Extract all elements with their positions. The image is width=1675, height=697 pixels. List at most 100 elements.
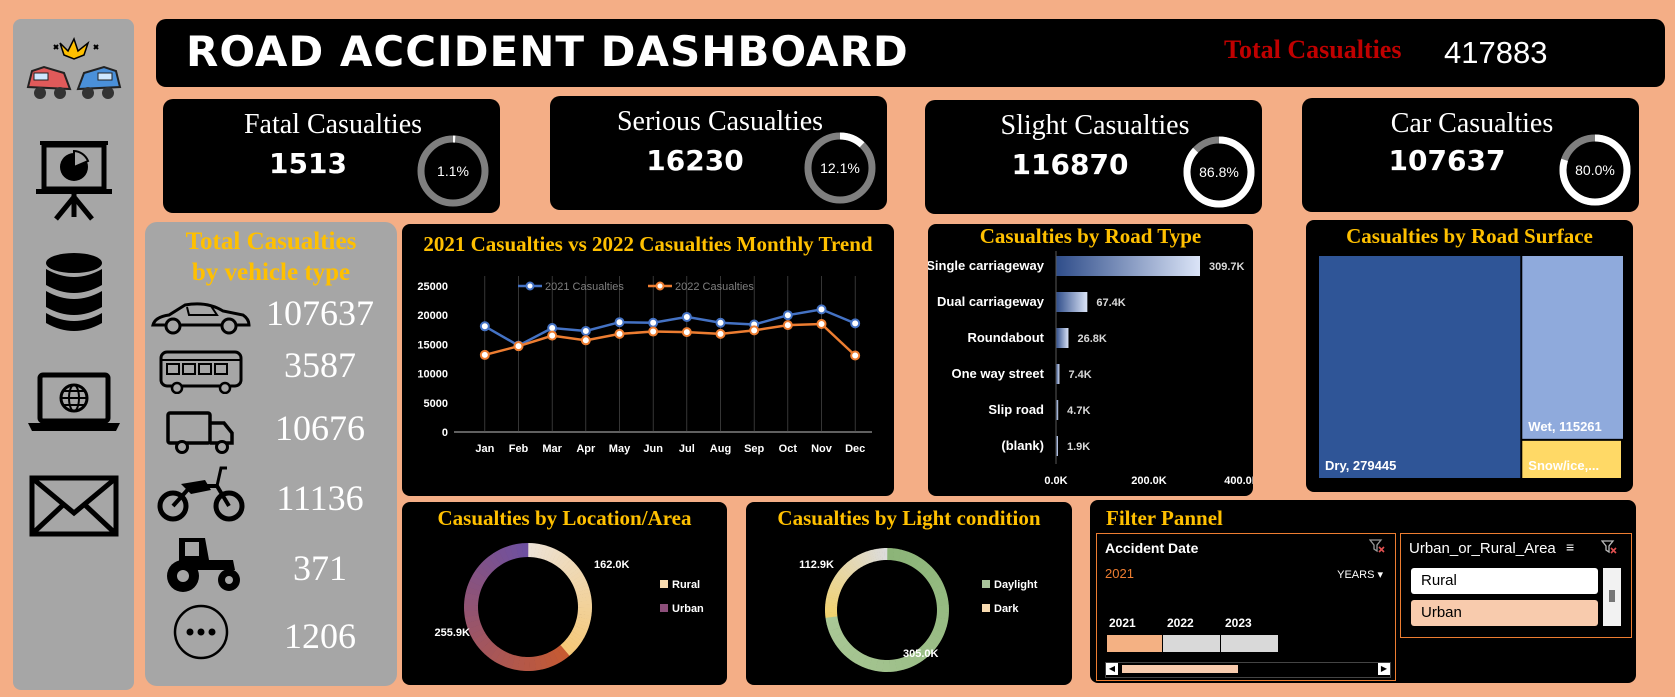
- legend-swatch: [660, 580, 668, 588]
- x-tick-label: Jan: [475, 443, 494, 455]
- kpi-card-slight: Slight Casualties 116870 86.8%: [925, 100, 1262, 214]
- location-donut: 162.0K Rural 255.9K Urban: [435, 543, 704, 671]
- x-tick-label: 200.0K: [1131, 475, 1167, 487]
- kpi-card-fatal: Fatal Casualties 1513 1.1%: [163, 99, 500, 213]
- donut-segment: [825, 609, 838, 613]
- timeline-scrollbar[interactable]: ◀ ▶: [1105, 662, 1391, 678]
- chevron-down-icon: ▾: [1377, 569, 1383, 581]
- x-tick-label: Apr: [576, 443, 596, 455]
- slicer-option-rural[interactable]: Rural: [1411, 568, 1598, 594]
- database-icon[interactable]: [13, 251, 134, 335]
- filter-panel: Filter Pannel Accident Date 2021 YEARS ▾…: [1090, 500, 1636, 683]
- vehicle-panel-title: Total Casualties by vehicle type: [145, 226, 397, 288]
- motorcycle-icon: [151, 464, 251, 524]
- timeline-bar-2023[interactable]: [1221, 635, 1278, 652]
- legend-marker: [655, 281, 665, 291]
- x-tick-label: Nov: [811, 443, 833, 455]
- data-point: [479, 321, 490, 332]
- timeline-bar-2021[interactable]: [1107, 635, 1162, 652]
- legend-label: Daylight: [994, 579, 1038, 591]
- y-tick-label: 0: [442, 427, 448, 439]
- period-dropdown[interactable]: YEARS ▾: [1337, 568, 1383, 581]
- car-icon: [151, 287, 251, 347]
- data-point: [614, 328, 625, 339]
- y-tick-label: 5000: [424, 398, 448, 410]
- kpi-value: 1513: [269, 147, 347, 180]
- bar: [1056, 292, 1088, 312]
- scroll-left-icon[interactable]: ◀: [1106, 663, 1118, 675]
- slicer-option-urban[interactable]: Urban: [1411, 600, 1598, 626]
- tile-label: Wet, 115261: [1528, 419, 1601, 434]
- date-slicer: Accident Date 2021 YEARS ▾ 2021 2022 202…: [1096, 533, 1396, 681]
- vehicle-panel-title-line2: by vehicle type: [191, 259, 351, 286]
- sidebar: [13, 19, 134, 690]
- page-title: ROAD ACCIDENT DASHBOARD: [186, 27, 909, 76]
- treemap-tile-dry: [1319, 256, 1521, 478]
- slicer-scrollbar[interactable]: [1603, 568, 1621, 626]
- data-point: [513, 341, 524, 352]
- kpi-ring: 12.1%: [804, 132, 876, 204]
- treemap-tile-wet: [1522, 256, 1623, 439]
- presentation-chart-icon[interactable]: [13, 137, 134, 221]
- legend-swatch: [660, 604, 668, 612]
- kpi-value: 107637: [1388, 144, 1506, 177]
- vehicle-value: 107637: [266, 293, 374, 333]
- kpi-ring: 1.1%: [417, 135, 489, 207]
- x-tick-label: Dec: [845, 443, 865, 455]
- more-icon: [151, 602, 251, 662]
- bus-icon: [151, 342, 251, 402]
- category-label: Single carriageway: [928, 258, 1045, 273]
- scroll-thumb[interactable]: [1122, 665, 1238, 673]
- scroll-right-icon[interactable]: ▶: [1378, 663, 1390, 675]
- location-area-chart: Casualties by Location/Area 162.0K Rural 2…: [402, 502, 727, 685]
- bar-value-label: 26.8K: [1077, 333, 1106, 345]
- slice-label: 112.9K: [799, 559, 834, 571]
- clear-filter-icon[interactable]: [1600, 539, 1617, 560]
- data-point: [580, 325, 591, 336]
- slicer-scroll-thumb[interactable]: [1609, 590, 1615, 602]
- road-type-plot: Single carriageway 309.7K Dual carriageway…: [928, 251, 1253, 487]
- road-surface-chart: Casualties by Road Surface Dry, 279445 We…: [1306, 220, 1633, 492]
- y-tick-label: 10000: [417, 369, 448, 381]
- data-point: [715, 328, 726, 339]
- slice-label: 305.0K: [903, 648, 939, 660]
- kpi-card-serious: Serious Casualties 16230 12.1%: [550, 96, 887, 210]
- kpi-value: 116870: [1011, 148, 1129, 181]
- vehicle-panel-title-line1: Total Casualties: [185, 228, 357, 255]
- clear-filter-icon[interactable]: [1368, 538, 1385, 557]
- vehicle-value: 11136: [276, 478, 364, 518]
- data-point: [648, 317, 659, 328]
- data-point: [580, 335, 591, 346]
- date-selected: 2021: [1105, 566, 1134, 581]
- x-tick-label: Jul: [679, 443, 695, 455]
- kpi-ring: 86.8%: [1183, 136, 1255, 208]
- mail-icon[interactable]: [13, 475, 134, 537]
- y-tick-label: 20000: [417, 310, 448, 322]
- truck-icon: [151, 402, 251, 462]
- monthly-trend-chart: 2021 Casualties vs 2022 Casualties Month…: [402, 224, 894, 496]
- timeline-bar-2022[interactable]: [1163, 635, 1220, 652]
- multi-select-icon[interactable]: ≡: [1566, 539, 1574, 555]
- bar: [1056, 328, 1069, 348]
- kpi-value: 16230: [646, 144, 744, 177]
- legend-label: 2022 Casualties: [675, 281, 754, 293]
- car-crash-icon[interactable]: [13, 37, 134, 107]
- bar-value-label: 309.7K: [1209, 261, 1245, 273]
- x-tick-label: Mar: [542, 443, 562, 455]
- year-label: 2023: [1225, 616, 1252, 630]
- header-bar: ROAD ACCIDENT DASHBOARD Total Casualties…: [156, 19, 1665, 87]
- bar-value-label: 1.9K: [1067, 441, 1090, 453]
- vehicle-type-panel: Total Casualties by vehicle type 107637 …: [145, 222, 397, 686]
- data-point: [782, 320, 793, 331]
- category-label: Roundabout: [967, 330, 1044, 345]
- legend-label: Dark: [994, 603, 1019, 615]
- data-point: [782, 310, 793, 321]
- vehicle-value: 371: [293, 548, 347, 588]
- x-tick-label: 0.0K: [1044, 475, 1067, 487]
- legend-label: Urban: [672, 603, 704, 615]
- bar-value-label: 67.4K: [1096, 297, 1125, 309]
- laptop-globe-icon[interactable]: [13, 371, 134, 437]
- vehicle-value: 3587: [284, 345, 356, 385]
- light-donut: 305.0K Daylight 112.9K Dark: [799, 548, 1038, 672]
- donut-segment: [882, 659, 890, 672]
